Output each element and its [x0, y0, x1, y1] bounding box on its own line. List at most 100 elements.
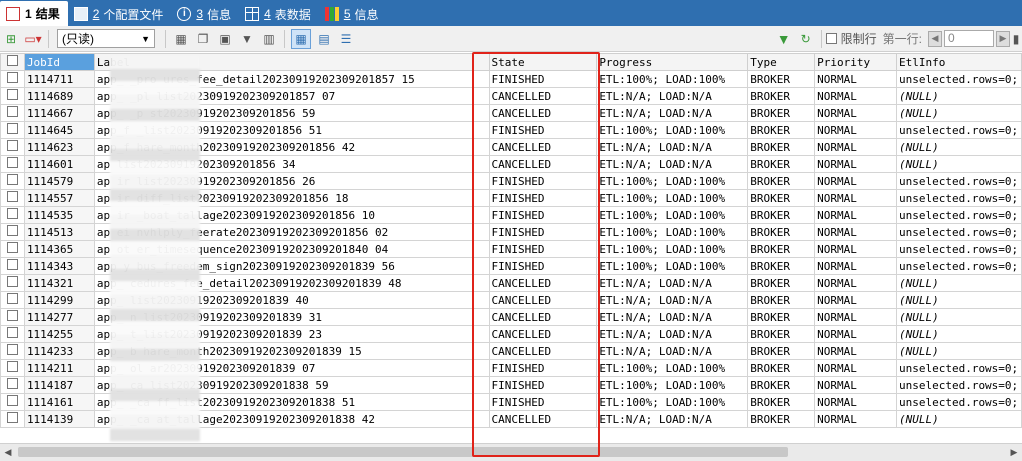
- cell-etlinfo[interactable]: unselected.rows=0;: [895, 121, 1022, 139]
- export-icon[interactable]: ▦: [172, 30, 190, 48]
- cell-progress[interactable]: ETL:100%; LOAD:100%: [596, 121, 749, 139]
- row-checkbox[interactable]: [6, 174, 18, 185]
- column-header-type[interactable]: Type: [747, 53, 816, 71]
- cell-type[interactable]: BROKER: [747, 291, 816, 309]
- cell-label[interactable]: app_ cedures_fee_detail20230919202309201…: [93, 274, 490, 292]
- table-row[interactable]: 1114343 app y bus_freedem_sign20230919202…: [0, 257, 1022, 275]
- table-row[interactable]: 1114299 app_ list20230919202309201839 40 C…: [0, 291, 1022, 309]
- tab-info[interactable]: i 3 信息: [171, 2, 239, 26]
- table-row[interactable]: 1114233 app_ b hare_month2023091920230920…: [0, 342, 1022, 360]
- column-header-jobid[interactable]: JobId: [23, 53, 95, 71]
- cell-etlinfo[interactable]: (NULL): [895, 274, 1022, 292]
- cell-jobid[interactable]: 1114343: [23, 257, 95, 275]
- more-options-icon[interactable]: ▮: [1012, 30, 1020, 48]
- cell-etlinfo[interactable]: (NULL): [895, 155, 1022, 173]
- row-checkbox[interactable]: [6, 276, 18, 287]
- cell-etlinfo[interactable]: unselected.rows=0;: [895, 70, 1022, 88]
- cell-etlinfo[interactable]: (NULL): [895, 87, 1022, 105]
- cell-state[interactable]: FINISHED: [488, 376, 598, 394]
- cell-priority[interactable]: NORMAL: [814, 189, 897, 207]
- cell-etlinfo[interactable]: unselected.rows=0;: [895, 223, 1022, 241]
- cell-state[interactable]: CANCELLED: [488, 274, 598, 292]
- cell-jobid[interactable]: 1114233: [23, 342, 95, 360]
- row-checkbox-cell[interactable]: [0, 70, 25, 88]
- row-checkbox-cell[interactable]: [0, 155, 25, 173]
- mode-select[interactable]: (只读) ▼: [57, 29, 155, 48]
- select-all-checkbox-cell[interactable]: [0, 53, 25, 71]
- row-checkbox-cell[interactable]: [0, 291, 25, 309]
- cell-etlinfo[interactable]: unselected.rows=0;: [895, 240, 1022, 258]
- row-checkbox[interactable]: [6, 123, 18, 134]
- cell-label[interactable]: ap list20230919202309201856 34: [93, 155, 490, 173]
- row-checkbox-cell[interactable]: [0, 240, 25, 258]
- cell-jobid[interactable]: 1114601: [23, 155, 95, 173]
- table-row[interactable]: 1114187 app_ ca list20230919202309201838 …: [0, 376, 1022, 394]
- cell-state[interactable]: FINISHED: [488, 189, 598, 207]
- cell-progress[interactable]: ETL:N/A; LOAD:N/A: [596, 308, 749, 326]
- cell-priority[interactable]: NORMAL: [814, 155, 897, 173]
- row-checkbox[interactable]: [6, 208, 18, 219]
- column-header-progress[interactable]: Progress: [596, 53, 749, 71]
- cell-progress[interactable]: ETL:N/A; LOAD:N/A: [596, 410, 749, 428]
- cell-progress[interactable]: ETL:N/A; LOAD:N/A: [596, 274, 749, 292]
- scroll-left-icon[interactable]: ◀: [3, 447, 13, 457]
- cell-priority[interactable]: NORMAL: [814, 376, 897, 394]
- cell-jobid[interactable]: 1114623: [23, 138, 95, 156]
- cell-label[interactable]: app_ _pl list20230919202309201857 07: [93, 87, 490, 105]
- cell-type[interactable]: BROKER: [747, 240, 816, 258]
- row-checkbox[interactable]: [6, 412, 18, 423]
- cell-jobid[interactable]: 1114535: [23, 206, 95, 224]
- cell-label[interactable]: ap ot er_timesequence2023091920230920184…: [93, 240, 490, 258]
- row-checkbox-cell[interactable]: [0, 189, 25, 207]
- cell-progress[interactable]: ETL:N/A; LOAD:N/A: [596, 325, 749, 343]
- row-checkbox[interactable]: [6, 140, 18, 151]
- cell-jobid[interactable]: 1114711: [23, 70, 95, 88]
- cell-state[interactable]: FINISHED: [488, 206, 598, 224]
- horizontal-scrollbar[interactable]: ◀ ▶: [0, 443, 1022, 461]
- row-checkbox-cell[interactable]: [0, 223, 25, 241]
- row-options-icon[interactable]: ▭▾: [24, 30, 42, 48]
- limit-rows-checkbox[interactable]: [825, 33, 837, 44]
- tab-config-files[interactable]: 2 个配置文件: [68, 2, 172, 26]
- cell-type[interactable]: BROKER: [747, 172, 816, 190]
- cell-priority[interactable]: NORMAL: [814, 121, 897, 139]
- table-row[interactable]: 1114513 ap ei nvhlply_feerate202309192023…: [0, 223, 1022, 241]
- form-view-icon[interactable]: ▤: [315, 30, 333, 48]
- row-checkbox[interactable]: [6, 361, 18, 372]
- row-checkbox-cell[interactable]: [0, 308, 25, 326]
- cell-type[interactable]: BROKER: [747, 359, 816, 377]
- cell-etlinfo[interactable]: unselected.rows=0;: [895, 189, 1022, 207]
- table-row[interactable]: 1114255 app_ t_list20230919202309201839 2…: [0, 325, 1022, 343]
- select-all-checkbox[interactable]: [6, 55, 18, 66]
- cell-type[interactable]: BROKER: [747, 70, 816, 88]
- cell-etlinfo[interactable]: unselected.rows=0;: [895, 359, 1022, 377]
- cell-label[interactable]: ap ei nvhlply_feerate2023091920230920185…: [93, 223, 490, 241]
- cell-etlinfo[interactable]: unselected.rows=0;: [895, 257, 1022, 275]
- cell-label[interactable]: app_f hare_month20230919202309201856 42: [93, 138, 490, 156]
- table-row[interactable]: 1114277 app_ n list20230919202309201839 3…: [0, 308, 1022, 326]
- cell-jobid[interactable]: 1114579: [23, 172, 95, 190]
- save-icon[interactable]: ▣: [216, 30, 234, 48]
- cell-progress[interactable]: ETL:N/A; LOAD:N/A: [596, 342, 749, 360]
- cell-progress[interactable]: ETL:100%; LOAD:100%: [596, 70, 749, 88]
- text-view-icon[interactable]: ☰: [337, 30, 355, 48]
- cell-type[interactable]: BROKER: [747, 155, 816, 173]
- row-checkbox-cell[interactable]: [0, 121, 25, 139]
- cell-etlinfo[interactable]: (NULL): [895, 138, 1022, 156]
- refresh-grid-icon[interactable]: ▥: [260, 30, 278, 48]
- table-row[interactable]: 1114211 app_ ol ar20230919202309201839 07…: [0, 359, 1022, 377]
- table-row[interactable]: 1114601 ap list20230919202309201856 34 CAN…: [0, 155, 1022, 173]
- cell-progress[interactable]: ETL:N/A; LOAD:N/A: [596, 87, 749, 105]
- cell-progress[interactable]: ETL:N/A; LOAD:N/A: [596, 138, 749, 156]
- table-row[interactable]: 1114711 app_ _pro ures_fee_detail20230919…: [0, 70, 1022, 88]
- table-row[interactable]: 1114667 app_ _p st20230919202309201856 59…: [0, 104, 1022, 122]
- cell-progress[interactable]: ETL:N/A; LOAD:N/A: [596, 291, 749, 309]
- cell-label[interactable]: ap ir list20230919202309201856 26: [93, 172, 490, 190]
- table-row[interactable]: 1114645 app_f _list20230919202309201856 5…: [0, 121, 1022, 139]
- row-checkbox-cell[interactable]: [0, 410, 25, 428]
- row-checkbox[interactable]: [6, 225, 18, 236]
- cell-jobid[interactable]: 1114667: [23, 104, 95, 122]
- cell-priority[interactable]: NORMAL: [814, 359, 897, 377]
- tab-table-data[interactable]: 4 表数据: [239, 2, 319, 26]
- cell-type[interactable]: BROKER: [747, 342, 816, 360]
